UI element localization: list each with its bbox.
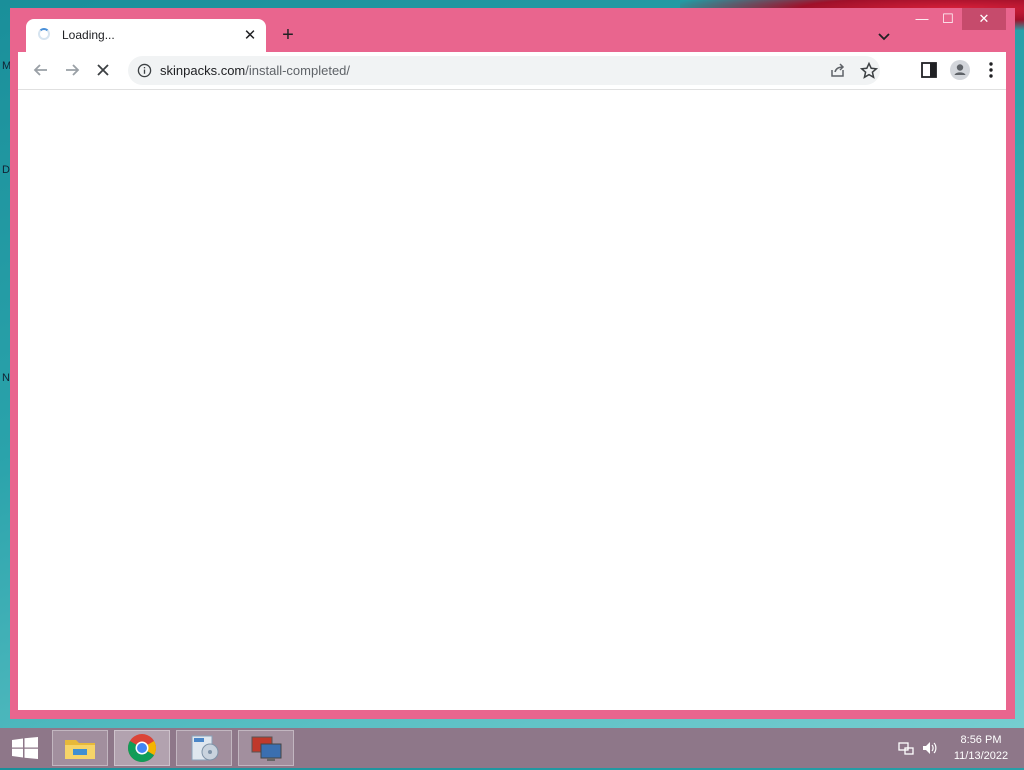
taskbar: 8:56 PM 11/13/2022 <box>0 728 1024 768</box>
volume-icon[interactable] <box>921 740 937 756</box>
taskbar-file-explorer[interactable] <box>52 730 108 766</box>
url-domain: skinpacks.com <box>160 63 246 78</box>
tab-close-button[interactable]: ✕ <box>240 26 260 46</box>
site-info-icon[interactable] <box>137 63 152 78</box>
clock-time: 8:56 PM <box>960 734 1002 746</box>
browser-window: Loading... ✕ + — ☐ ✕ skinpacks.com/insta… <box>10 8 1015 719</box>
stop-loading-icon[interactable] <box>92 59 114 81</box>
system-clock[interactable]: 8:56 PM 11/13/2022 <box>945 732 1017 764</box>
back-arrow-icon[interactable] <box>30 59 52 81</box>
more-menu-icon[interactable] <box>980 59 1002 81</box>
taskbar-chrome[interactable] <box>114 730 170 766</box>
tab-strip: Loading... ✕ + — ☐ ✕ <box>10 8 1015 53</box>
network-icon[interactable] <box>898 740 914 756</box>
desktop-icon-label[interactable]: N <box>2 372 10 384</box>
url-text[interactable]: skinpacks.com/install-completed/ <box>160 63 350 78</box>
installer-icon <box>191 735 219 761</box>
tab-title: Loading... <box>62 28 115 42</box>
clock-date: 11/13/2022 <box>953 750 1009 762</box>
remote-desktop-icon <box>251 736 282 761</box>
side-panel-icon[interactable] <box>918 59 940 81</box>
maximize-button[interactable]: ☐ <box>936 8 960 30</box>
taskbar-remote-desktop[interactable] <box>238 730 294 766</box>
close-window-button[interactable]: ✕ <box>962 8 1006 30</box>
minimize-button[interactable]: — <box>910 8 934 30</box>
chrome-icon <box>128 734 156 762</box>
forward-arrow-icon[interactable] <box>61 59 83 81</box>
address-bar[interactable]: skinpacks.com/install-completed/ <box>128 56 880 85</box>
new-tab-button[interactable]: + <box>276 24 300 48</box>
share-icon[interactable] <box>828 61 848 81</box>
tab-search-chevron-icon[interactable] <box>874 26 894 46</box>
tab-active[interactable]: Loading... ✕ <box>26 19 266 53</box>
desktop-icon-label[interactable]: D <box>2 164 10 176</box>
page-content[interactable] <box>18 90 1006 710</box>
url-path: /install-completed/ <box>245 63 351 78</box>
profile-avatar-icon[interactable] <box>949 59 971 81</box>
bookmark-star-icon[interactable] <box>859 61 879 81</box>
folder-icon <box>65 740 95 759</box>
windows-start-icon[interactable] <box>12 737 38 759</box>
browser-toolbar: skinpacks.com/install-completed/ <box>18 52 1006 90</box>
loading-spinner-icon <box>38 28 50 40</box>
taskbar-installer[interactable] <box>176 730 232 766</box>
